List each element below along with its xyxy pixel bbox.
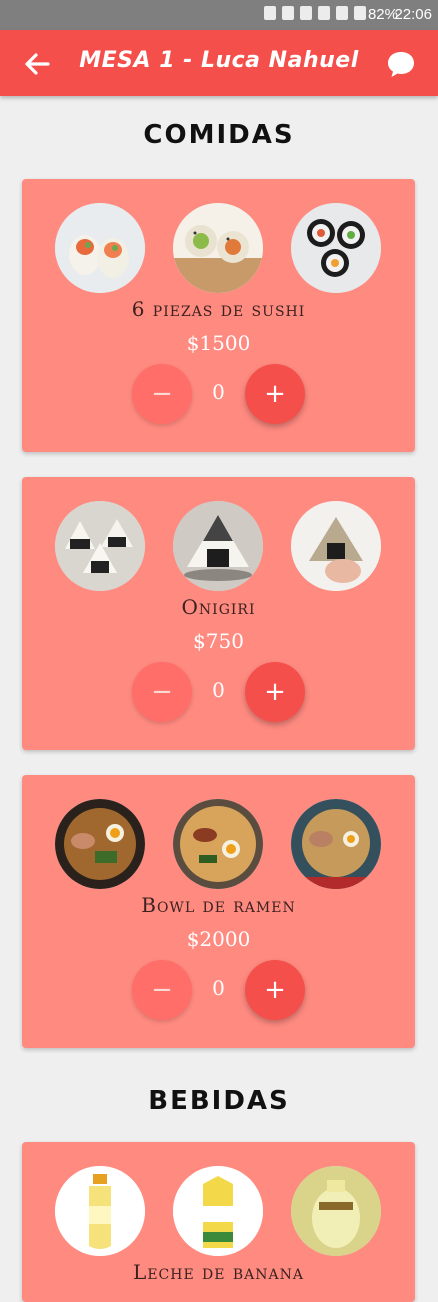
item-photo bbox=[55, 1166, 145, 1256]
section-title-comidas: COMIDAS bbox=[143, 120, 295, 150]
menu-item-card: Leche de banana bbox=[22, 1142, 415, 1302]
item-photos bbox=[22, 501, 415, 591]
status-icons bbox=[264, 6, 366, 20]
chat-icon[interactable] bbox=[386, 50, 416, 78]
item-photo bbox=[291, 799, 381, 889]
wifi-icon bbox=[336, 6, 348, 20]
alarm-icon bbox=[318, 6, 330, 20]
mute-icon bbox=[300, 6, 312, 20]
increase-button[interactable]: + bbox=[245, 364, 305, 424]
item-price: $750 bbox=[193, 629, 244, 653]
back-arrow-icon[interactable] bbox=[22, 50, 52, 78]
item-name: 6 piezas de sushi bbox=[131, 297, 306, 321]
item-price: $2000 bbox=[186, 927, 251, 951]
item-photo bbox=[173, 203, 263, 293]
item-photo bbox=[55, 501, 145, 591]
item-name: Onigiri bbox=[181, 595, 256, 619]
item-photo bbox=[291, 203, 381, 293]
item-name: Leche de banana bbox=[133, 1260, 304, 1284]
item-price: $1500 bbox=[186, 331, 251, 355]
item-name: Bowl de ramen bbox=[141, 893, 296, 917]
decrease-button[interactable]: − bbox=[132, 662, 192, 722]
item-photo bbox=[291, 501, 381, 591]
item-photos bbox=[22, 799, 415, 889]
item-photo bbox=[55, 203, 145, 293]
item-photo bbox=[55, 799, 145, 889]
decrease-button[interactable]: − bbox=[132, 960, 192, 1020]
quantity-stepper: − 0 + bbox=[22, 662, 415, 722]
item-photos bbox=[22, 1166, 415, 1256]
item-photo bbox=[173, 1166, 263, 1256]
status-bar: 82% 22:06 bbox=[0, 0, 438, 30]
quantity-stepper: − 0 + bbox=[22, 364, 415, 424]
notification-icon bbox=[264, 6, 276, 20]
menu-item-card: Onigiri $750 − 0 + bbox=[22, 477, 415, 750]
quantity-stepper: − 0 + bbox=[22, 960, 415, 1020]
item-photo bbox=[173, 501, 263, 591]
quantity-value: 0 bbox=[212, 976, 225, 1000]
menu-item-card: 6 piezas de sushi $1500 − 0 + bbox=[22, 179, 415, 452]
signal-icon bbox=[354, 6, 366, 20]
bluetooth-icon bbox=[282, 6, 294, 20]
quantity-value: 0 bbox=[212, 678, 225, 702]
quantity-value: 0 bbox=[212, 380, 225, 404]
increase-button[interactable]: + bbox=[245, 662, 305, 722]
section-title-bebidas: BEBIDAS bbox=[148, 1086, 290, 1116]
page-title: MESA 1 - Luca Nahuel bbox=[79, 48, 359, 73]
clock: 22:06 bbox=[394, 6, 432, 23]
item-photos bbox=[22, 203, 415, 293]
app-bar: MESA 1 - Luca Nahuel bbox=[0, 30, 438, 96]
menu-item-card: Bowl de ramen $2000 − 0 + bbox=[22, 775, 415, 1048]
item-photo bbox=[291, 1166, 381, 1256]
increase-button[interactable]: + bbox=[245, 960, 305, 1020]
item-photo bbox=[173, 799, 263, 889]
decrease-button[interactable]: − bbox=[132, 364, 192, 424]
